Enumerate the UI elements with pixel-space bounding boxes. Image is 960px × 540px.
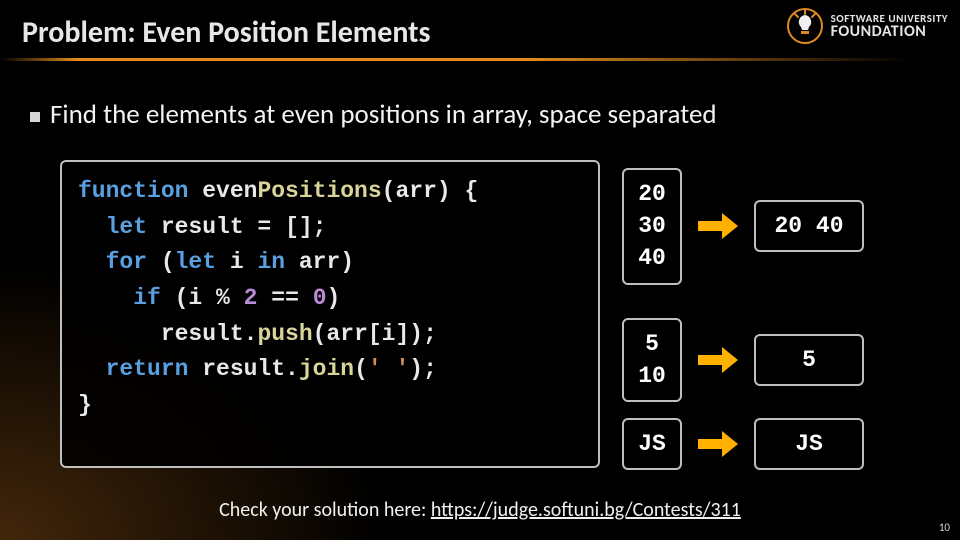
bullet-line: Find the elements at even positions in a… [30, 98, 717, 131]
example-row-3: JS JS [622, 418, 864, 470]
code-token: for [78, 249, 147, 275]
code-token: arr) [285, 249, 354, 275]
example-input: JS [622, 418, 682, 470]
slide-title: Problem: Even Position Elements [22, 14, 431, 51]
code-token: 2 [244, 285, 258, 311]
example-output: JS [754, 418, 864, 470]
code-token: even [188, 178, 257, 204]
code-token: ' ' [368, 356, 409, 382]
code-token: push [257, 321, 312, 347]
page-number: 10 [939, 521, 950, 534]
code-token: (arr[i]); [313, 321, 437, 347]
footer-prefix: Check your solution here: [219, 498, 431, 522]
code-token: (arr) { [382, 178, 479, 204]
code-block: function evenPositions(arr) { let result… [60, 160, 600, 468]
code-token: in [257, 249, 285, 275]
logo-text-line2: FOUNDATION [831, 24, 948, 40]
code-token: i [216, 249, 257, 275]
example-row-1: 20 30 40 20 40 [622, 168, 864, 285]
code-token: return [78, 356, 188, 382]
code-token: ( [354, 356, 368, 382]
code-token: ( [147, 249, 175, 275]
code-token: (i % [161, 285, 244, 311]
arrow-right-icon [696, 429, 740, 459]
code-token: result. [78, 321, 257, 347]
bullet-text: Find the elements at even positions in a… [50, 98, 717, 131]
footer-line: Check your solution here: https://judge.… [0, 498, 960, 522]
code-token: let [175, 249, 216, 275]
code-token: join [299, 356, 354, 382]
example-output: 5 [754, 334, 864, 386]
brand-logo: SOFTWARE UNIVERSITY FOUNDATION [785, 6, 948, 46]
code-token: == [257, 285, 312, 311]
code-token: ); [409, 356, 437, 382]
code-token: result = []; [147, 214, 326, 240]
code-token: ) [327, 285, 341, 311]
code-token: let [78, 214, 147, 240]
example-output: 20 40 [754, 200, 864, 252]
footer-link[interactable]: https://judge.softuni.bg/Contests/311 [431, 498, 741, 522]
code-token: result. [188, 356, 298, 382]
code-token: } [78, 392, 92, 418]
example-input: 5 10 [622, 318, 682, 402]
arrow-right-icon [696, 211, 740, 241]
code-token: 0 [313, 285, 327, 311]
bullet-icon [30, 112, 40, 122]
title-underline [0, 58, 960, 61]
arrow-right-icon [696, 345, 740, 375]
code-token: if [78, 285, 161, 311]
example-row-2: 5 10 5 [622, 318, 864, 402]
lightbulb-icon [785, 6, 825, 46]
code-token: function [78, 178, 188, 204]
example-input: 20 30 40 [622, 168, 682, 285]
code-token: Positions [257, 178, 381, 204]
